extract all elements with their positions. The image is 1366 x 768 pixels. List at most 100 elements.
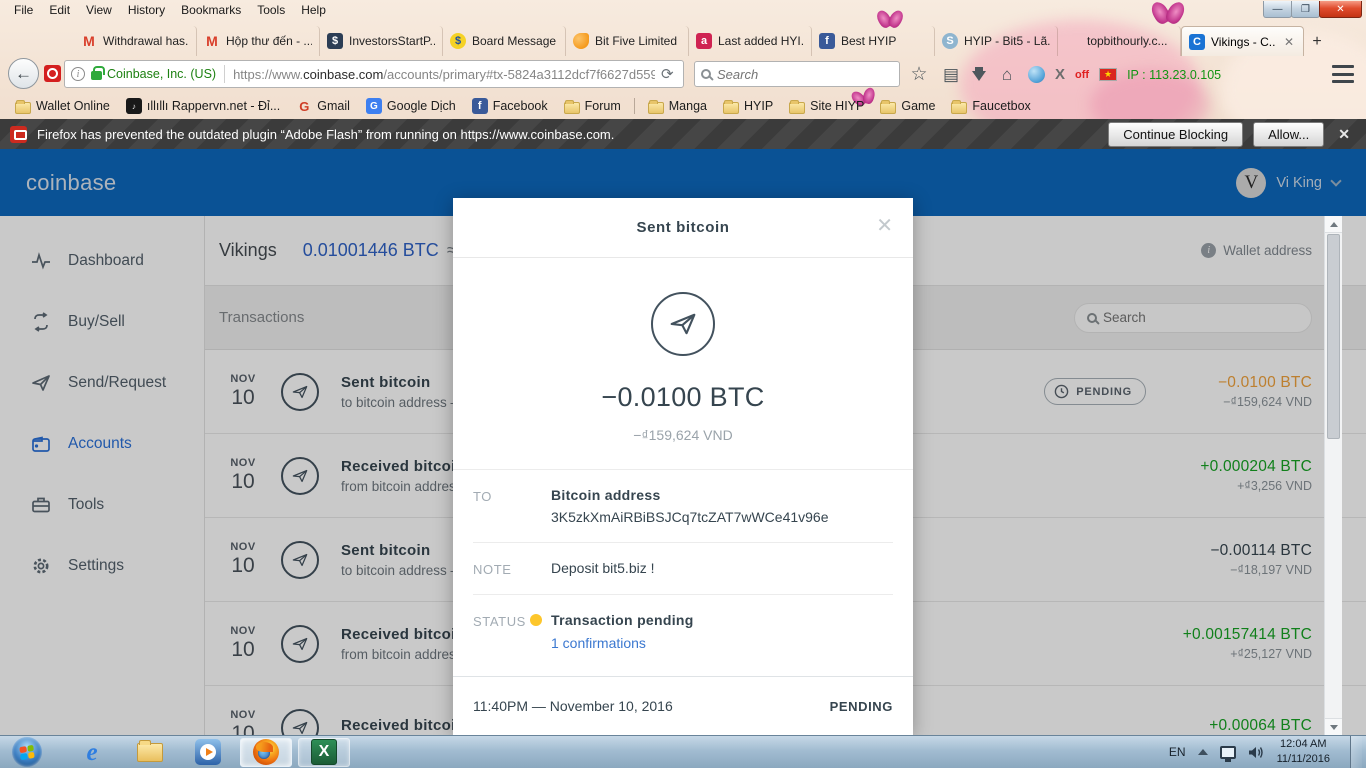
lock-icon (91, 71, 102, 80)
bookmark-manga[interactable]: Manga (641, 97, 714, 116)
close-icon[interactable]: ✕ (1338, 126, 1350, 143)
bookmark-wallet-online[interactable]: Wallet Online (8, 97, 117, 116)
close-icon[interactable]: ✕ (876, 216, 893, 236)
scrollbar-thumb[interactable] (1327, 234, 1340, 439)
translate-icon (366, 98, 382, 114)
site-identity[interactable]: Coinbase, Inc. (US) (107, 67, 216, 81)
taskbar-excel[interactable]: X (298, 738, 350, 767)
menu-history[interactable]: History (120, 1, 173, 19)
menu-hamburger-icon[interactable] (1332, 65, 1354, 83)
downloads-icon[interactable] (972, 71, 986, 81)
menu-file[interactable]: File (6, 1, 41, 19)
tab-vikings-coinbase[interactable]: Vikings - C...✕ (1181, 26, 1304, 56)
status-text: Transaction pending (551, 612, 694, 628)
note-text: Deposit bit5.biz ! (551, 560, 655, 577)
tab-topbithourly[interactable]: topbithourly.c... (1058, 26, 1181, 56)
menu-edit[interactable]: Edit (41, 1, 78, 19)
bookmark-facebook[interactable]: Facebook (465, 96, 555, 116)
modal-to-row: TO Bitcoin address 3K5zkXmAiRBiBSJCq7tcZ… (473, 470, 893, 542)
vietnam-flag-icon[interactable]: ★ (1099, 68, 1117, 81)
plugin-notification-bar: Firefox has prevented the outdated plugi… (0, 119, 1366, 149)
bookmark-game[interactable]: Game (873, 97, 942, 116)
tab-investorsstartpage[interactable]: InvestorsStartP... (320, 26, 443, 56)
tab-inbox[interactable]: Hộp thư đến - ... (197, 26, 320, 56)
tab-hyip-bit5[interactable]: HYIP - Bit5 - Lã... (935, 26, 1058, 56)
clock[interactable]: 12:04 AM 11/11/2016 (1277, 737, 1338, 767)
site-icon (573, 33, 589, 49)
show-desktop-button[interactable] (1350, 736, 1362, 768)
taskbar-ie[interactable]: e (66, 738, 118, 767)
menu-help[interactable]: Help (293, 1, 334, 19)
menu-view[interactable]: View (78, 1, 120, 19)
proxy-addon-icon[interactable]: X (1055, 66, 1065, 83)
language-indicator[interactable]: EN (1169, 745, 1186, 759)
restore-button[interactable]: ❐ (1291, 1, 1320, 18)
info-icon[interactable]: i (71, 67, 85, 81)
back-button[interactable]: ← (8, 58, 39, 89)
tray-date: 11/11/2016 (1277, 752, 1330, 767)
volume-icon[interactable] (1248, 745, 1265, 760)
home-icon[interactable]: ⌂ (996, 65, 1018, 85)
firefox-icon (253, 739, 279, 765)
browser-search-input[interactable] (717, 67, 893, 82)
addon-icon-red[interactable] (44, 65, 61, 82)
taskbar-items: e X (66, 736, 350, 768)
scrollbar[interactable] (1324, 216, 1342, 735)
bookmark-faucetbox[interactable]: Faucetbox (944, 97, 1037, 116)
confirmations-link[interactable]: 1 confirmations (551, 635, 694, 651)
menu-bookmarks[interactable]: Bookmarks (173, 1, 249, 19)
taskbar-explorer[interactable] (124, 738, 176, 767)
network-icon[interactable] (1220, 746, 1236, 759)
search-icon (701, 69, 711, 79)
tab-board-message[interactable]: Board Message (443, 26, 566, 56)
tab-close-icon[interactable]: ✕ (1282, 35, 1296, 49)
gmail-icon (81, 33, 97, 49)
ip-address-label: IP : 113.23.0.105 (1127, 68, 1221, 82)
modal-hero: −0.0100 BTC −₫159,624 VND (453, 258, 913, 469)
bookmark-star-icon[interactable]: ☆ (908, 63, 930, 86)
bookmark-rappervn[interactable]: ıllıllı Rappervn.net - Đỉ... (119, 96, 287, 116)
bookmark-forum[interactable]: Forum (557, 97, 628, 116)
reading-list-icon[interactable]: ▤ (940, 65, 962, 85)
coinbase-page: coinbase V Vi King Dashboard Buy/Sell (0, 149, 1366, 735)
taskbar-media-player[interactable] (182, 738, 234, 767)
tab-withdrawal[interactable]: Withdrawal has... (74, 26, 197, 56)
google-icon (296, 98, 312, 114)
continue-blocking-button[interactable]: Continue Blocking (1108, 122, 1243, 147)
menu-tools[interactable]: Tools (249, 1, 293, 19)
url-bar[interactable]: i Coinbase, Inc. (US) https://www.coinba… (64, 60, 684, 88)
transaction-status: PENDING (830, 699, 893, 714)
reload-icon[interactable]: ⟳ (661, 65, 677, 83)
tray-expand-icon[interactable] (1198, 749, 1208, 755)
tab-last-added-hyip[interactable]: Last added HYI... (689, 26, 812, 56)
screen: File Edit View History Bookmarks Tools H… (0, 0, 1366, 768)
scroll-up-button[interactable] (1325, 216, 1342, 233)
scroll-down-button[interactable] (1325, 718, 1342, 735)
bookmark-google-translate[interactable]: Google Dịch (359, 96, 463, 116)
addon-icon-blue[interactable] (1028, 66, 1045, 83)
bookmark-gmail[interactable]: Gmail (289, 96, 357, 116)
allow-button[interactable]: Allow... (1253, 122, 1324, 147)
tab-bit-five[interactable]: Bit Five Limited (566, 26, 689, 56)
url-text[interactable]: https://www.coinbase.com/accounts/primar… (233, 67, 655, 82)
new-tab-button[interactable]: + (1304, 30, 1330, 54)
bookmark-hyip[interactable]: HYIP (716, 97, 780, 116)
internet-explorer-icon: e (86, 740, 97, 765)
start-button[interactable] (12, 737, 42, 767)
facebook-icon (819, 33, 835, 49)
media-player-icon (195, 739, 221, 765)
taskbar-firefox[interactable] (240, 738, 292, 767)
bookmarks-bar: Wallet Online ıllıllı Rappervn.net - Đỉ.… (0, 93, 1366, 119)
close-window-button[interactable]: ✕ (1319, 1, 1362, 18)
tab-best-hyip[interactable]: Best HYIP (812, 26, 935, 56)
gmail-icon (204, 33, 220, 49)
minimize-button[interactable]: — (1263, 1, 1292, 18)
folder-icon (951, 102, 967, 114)
bookmark-site-hiyp[interactable]: Site HIYP (782, 97, 871, 116)
notification-message: Firefox has prevented the outdated plugi… (37, 127, 1098, 142)
tray-time: 12:04 AM (1277, 737, 1330, 752)
modal-header: Sent bitcoin ✕ (453, 198, 913, 258)
browser-search-box[interactable] (694, 61, 900, 87)
folder-icon (15, 102, 31, 114)
system-tray: EN 12:04 AM 11/11/2016 (1169, 736, 1366, 768)
